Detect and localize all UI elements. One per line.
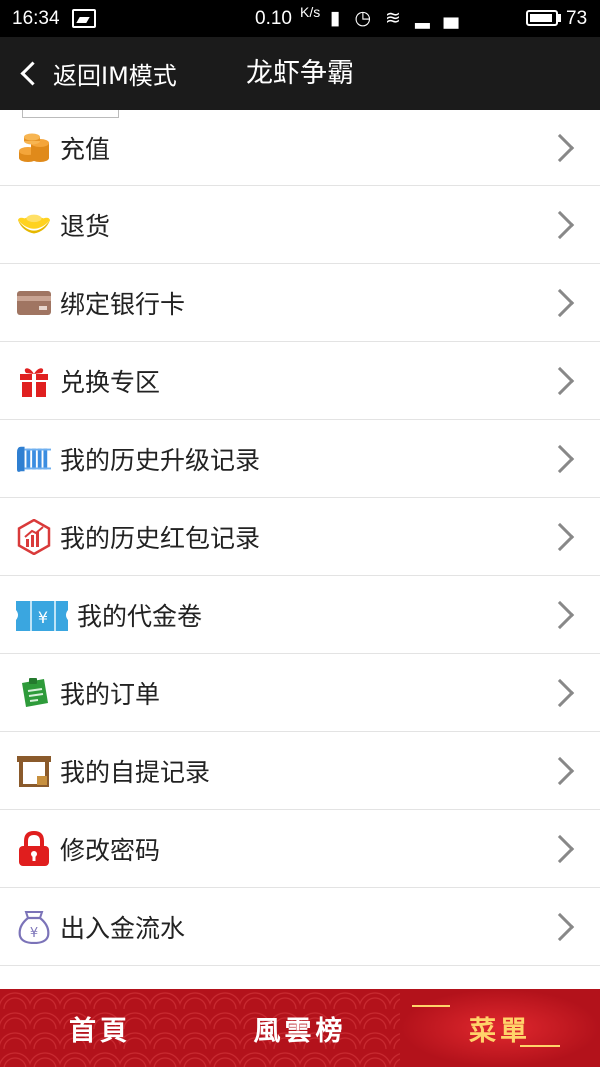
menu-item-label: 出入金流水 — [60, 913, 186, 943]
status-icons: ▮◷≋▂▄ — [330, 7, 473, 29]
tab-label: 菜單 — [469, 1015, 531, 1047]
menu-item-label: 我的订单 — [60, 679, 161, 709]
tab-home[interactable]: 首頁 — [0, 989, 200, 1067]
chevron-right-icon — [545, 912, 575, 941]
svg-text:¥: ¥ — [30, 926, 38, 941]
bottom-tab-bar: 首頁 風雲榜 菜單 — [0, 989, 600, 1067]
gift-icon — [17, 364, 51, 398]
coins-icon — [17, 131, 51, 165]
status-bar: 16:34 0.10 K/s ▮◷≋▂▄ 73 — [0, 0, 600, 37]
menu-item-cash-flow[interactable]: ¥ 出入金流水 — [0, 888, 600, 966]
menu-item-upgrade-history[interactable]: 我的历史升级记录 — [0, 420, 600, 498]
nav-bar: 返回IM模式 龙虾争霸 — [0, 37, 600, 110]
tab-label: 風雲榜 — [253, 1015, 347, 1047]
notification-image-icon — [72, 9, 96, 28]
battery-level: 73 — [566, 8, 588, 29]
menu-item-label: 退货 — [60, 211, 111, 241]
gold-ingot-icon — [17, 208, 51, 242]
menu-item-change-password[interactable]: 修改密码 — [0, 810, 600, 888]
menu-item-label: 我的历史红包记录 — [60, 523, 261, 553]
chevron-right-icon — [545, 600, 575, 629]
menu-item-recharge[interactable]: 充值 — [0, 110, 600, 186]
back-button[interactable]: 返回IM模式 — [18, 37, 177, 110]
battery-cap — [558, 14, 561, 22]
svg-text:¥: ¥ — [38, 608, 48, 627]
tab-ranking[interactable]: 風雲榜 — [200, 989, 400, 1067]
chart-hexagon-icon — [17, 518, 51, 555]
status-time: 16:34 — [12, 8, 60, 29]
menu-item-label: 兑换专区 — [60, 367, 161, 397]
menu-item-label: 我的代金卷 — [77, 601, 203, 631]
chevron-right-icon — [545, 133, 575, 162]
chevron-left-icon — [20, 61, 45, 86]
menu-item-voucher[interactable]: ¥ 我的代金卷 — [0, 576, 600, 654]
chevron-right-icon — [545, 288, 575, 317]
network-speed-unit: K/s — [300, 4, 321, 20]
menu-item-orders[interactable]: 我的订单 — [0, 654, 600, 732]
tab-menu[interactable]: 菜單 — [400, 989, 600, 1067]
menu-item-label: 修改密码 — [60, 835, 161, 865]
gold-line-decoration — [520, 1045, 560, 1047]
money-bag-icon: ¥ — [17, 910, 51, 944]
chevron-right-icon — [545, 756, 575, 785]
menu-list: 充值 退货 绑定银行卡 兑换专区 我的历史升级记录 我的历史红包记录 ¥ 我的代… — [0, 110, 600, 966]
upgrade-history-icon — [17, 442, 51, 476]
menu-item-return[interactable]: 退货 — [0, 186, 600, 264]
order-icon — [17, 676, 51, 710]
chevron-right-icon — [545, 522, 575, 551]
menu-item-pickup[interactable]: 我的自提记录 — [0, 732, 600, 810]
chevron-right-icon — [545, 210, 575, 239]
chevron-right-icon — [545, 366, 575, 395]
menu-item-exchange[interactable]: 兑换专区 — [0, 342, 600, 420]
back-label: 返回IM模式 — [53, 62, 177, 90]
chevron-right-icon — [545, 678, 575, 707]
network-speed: 0.10 — [255, 8, 292, 29]
chevron-right-icon — [545, 444, 575, 473]
menu-item-bind-card[interactable]: 绑定银行卡 — [0, 264, 600, 342]
lock-icon — [17, 830, 51, 866]
menu-item-label: 我的历史升级记录 — [60, 445, 261, 475]
voucher-icon: ¥ — [16, 598, 68, 632]
chevron-right-icon — [545, 834, 575, 863]
tab-label: 首頁 — [69, 1015, 131, 1047]
menu-item-label: 充值 — [60, 134, 111, 164]
store-icon — [17, 754, 51, 788]
gold-line-decoration — [412, 1005, 450, 1007]
bank-card-icon — [17, 286, 51, 320]
menu-item-label: 我的自提记录 — [60, 757, 211, 787]
battery-icon — [526, 10, 558, 26]
menu-item-label: 绑定银行卡 — [60, 289, 186, 319]
menu-item-redpacket-history[interactable]: 我的历史红包记录 — [0, 498, 600, 576]
